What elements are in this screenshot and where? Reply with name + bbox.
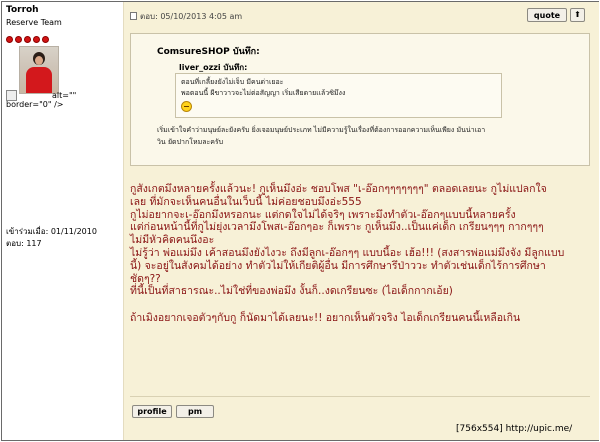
scroll-to-top-icon[interactable]: ⬆	[570, 8, 585, 22]
joined-label: เข้าร่วมเมื่อ:	[6, 227, 49, 236]
author-name[interactable]: Torroh	[6, 5, 39, 15]
post-body-line: นี้) จะอยู่ในสังคมได้อย่าง ทำตัวไม่ให้เก…	[130, 259, 546, 272]
rank-dots	[6, 28, 51, 43]
post-body-line: ชัดๆ??	[130, 272, 161, 285]
author-rank: Reserve Team	[6, 18, 62, 27]
rank-dot-icon	[24, 36, 31, 43]
quote-button[interactable]: quote	[527, 8, 567, 22]
post-body-line: ถ้าเมิงอยากเจอตัวๆกับกู ก็นัดมาได้เลยนะ!…	[130, 312, 521, 325]
quote-inner-text: ตอนที่เกลี้ยงยังไม่เจ็บ มีคนด่าเยอะ พอตอ…	[181, 77, 345, 99]
broken-image-border-code: border="0" />	[6, 100, 64, 109]
avatar-face	[35, 56, 43, 65]
member-meta: เข้าร่วมเมื่อ: 01/11/2010 ตอบ: 117	[6, 226, 97, 250]
rank-dot-icon	[42, 36, 49, 43]
post-header: ตอบ: 05/10/2013 4:05 am	[130, 10, 242, 23]
post-body-line: เลย ที่มักจะเห็นคนอื่นในเว็บนี้ ไม่ค่อยช…	[130, 195, 362, 208]
post-body-line: ที่นี้เป็นที่สาธารณะ..ไม่ใช่ที่ของพ่อมึง…	[130, 285, 453, 298]
forum-post-frame: Torroh Reserve Team alt="" border="0" />…	[1, 1, 599, 441]
pm-button[interactable]: pm	[176, 405, 214, 418]
broken-image-alt-text: alt=""	[52, 91, 77, 100]
quote-block-inner: ตอนที่เกลี้ยงยังไม่เจ็บ มีคนด่าเยอะ พอตอ…	[175, 73, 502, 118]
quote-outer-text: เริ่มเข้าใจคำว่ามนุษย์ละยังครับ ยิ่งเจอม…	[157, 124, 485, 148]
post-body-line: กูสังเกตมึงหลายครั้งแล้วนะ! กูเห็นมึงอ่ะ…	[130, 183, 547, 195]
quote-inner-line: ตอนที่เกลี้ยงยังไม่เจ็บ มีคนด่าเยอะ	[181, 78, 284, 86]
post-panel: ตอบ: 05/10/2013 4:05 am quote ⬆ ComsureS…	[123, 2, 599, 440]
author-panel: Torroh Reserve Team alt="" border="0" />…	[2, 2, 122, 440]
avatar	[19, 46, 59, 94]
quote-inner-line: พอตอนนี้ ผีขาวาวจะไม่ต่อสัญญา เริ่มเสียด…	[181, 89, 346, 97]
posts-value: 117	[26, 239, 42, 248]
post-body: กูสังเกตมึงหลายครั้งแล้วนะ! กูเห็นมึงอ่ะ…	[130, 183, 590, 325]
post-document-icon	[130, 12, 137, 20]
post-timestamp: ตอบ: 05/10/2013 4:05 am	[140, 12, 243, 21]
broken-image-placeholder	[20, 91, 50, 101]
profile-button[interactable]: profile	[132, 405, 172, 418]
emoticon-icon	[181, 101, 192, 112]
post-body-line: ไม่มีหัวคิดคนนึงอะ	[130, 234, 215, 247]
post-body-line: ไม่รู้ว่า พ่อแม่มึง เค้าสอนมึงยังไงวะ ถึ…	[130, 246, 565, 259]
quote-outer-line: วิน ยัดปากโหมละครับ	[157, 138, 224, 146]
rank-dot-icon	[33, 36, 40, 43]
post-body-line: แต่ก่อนหน้านี้ที่กูไม่ยุ่งเวลามึงโพสเ-อ๊…	[130, 221, 544, 234]
quote-outer-author: ComsureSHOP บันทึก:	[157, 47, 260, 57]
image-host-watermark: [756x554] http://upic.me/	[456, 424, 573, 434]
joined-value: 01/11/2010	[50, 227, 97, 236]
quote-outer-line: เริ่มเข้าใจคำว่ามนุษย์ละยังครับ ยิ่งเจอม…	[157, 126, 486, 134]
rank-dot-icon	[6, 36, 13, 43]
posts-label: ตอบ:	[6, 239, 24, 248]
signature-divider	[130, 396, 590, 397]
rank-dot-icon	[15, 36, 22, 43]
post-body-line: กูไม่อยากจะเ-อ๊อกมึงหรอกนะ แต่กดใจไม่ได้…	[130, 208, 516, 221]
quote-block-outer: ComsureSHOP บันทึก: liver_ozzi บันทึก: ต…	[130, 33, 590, 166]
